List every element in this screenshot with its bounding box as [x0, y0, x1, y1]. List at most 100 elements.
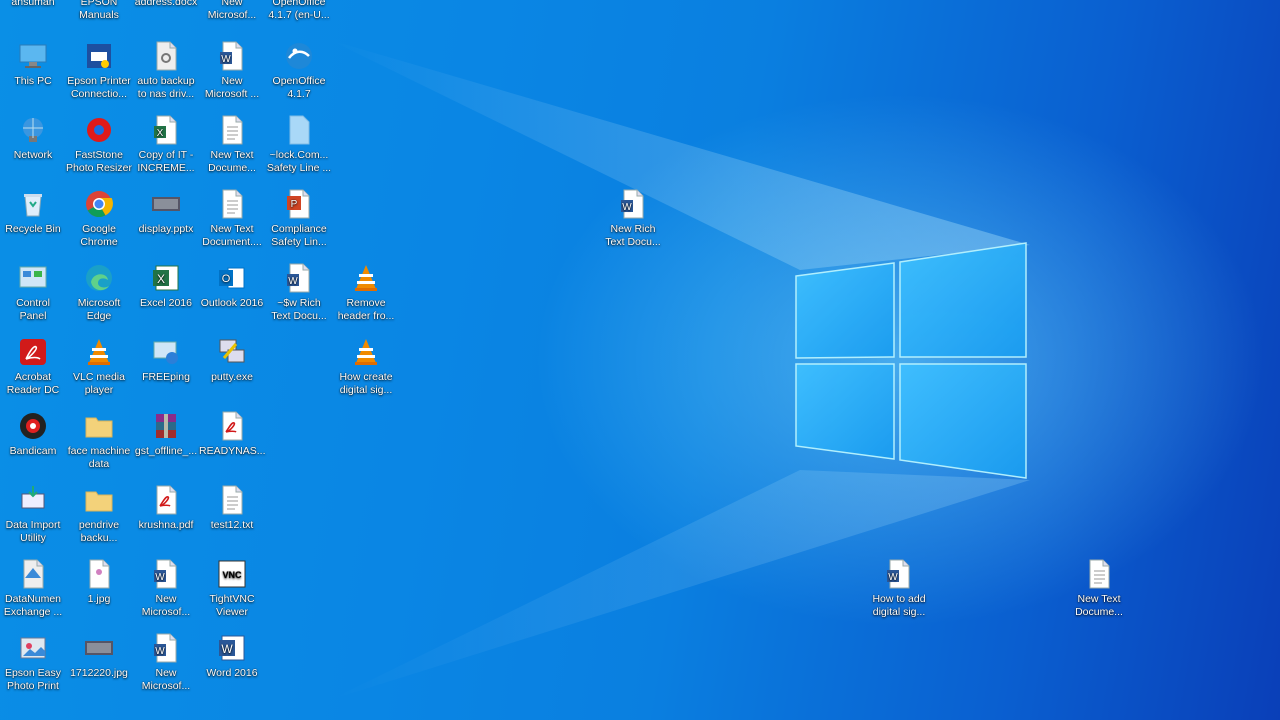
- desktop-icon-label: face machine data: [67, 445, 131, 470]
- epson-photo-icon: [20, 637, 46, 659]
- desktop-icon[interactable]: Acrobat Reader DC: [0, 336, 66, 397]
- desktop-icon[interactable]: OpenOffice 4.1.7 (en-U...: [266, 0, 332, 22]
- desktop-icon[interactable]: ansuman: [0, 0, 66, 9]
- freeping-icon: [153, 341, 178, 364]
- desktop-icon-label: Word 2016: [206, 667, 258, 679]
- desktop-icon[interactable]: W New Rich Text Docu...: [600, 188, 666, 249]
- desktop-icon[interactable]: This PC: [0, 40, 66, 88]
- desktop-icon-label: New Rich Text Docu...: [605, 223, 661, 248]
- image-thumb-icon: [85, 641, 113, 655]
- vlc-icon: [355, 339, 377, 365]
- desktop-icon[interactable]: New Text Docume...: [199, 114, 265, 175]
- desktop-icon[interactable]: address.docx: [133, 0, 199, 9]
- desktop-icon-label: Outlook 2016: [200, 297, 264, 309]
- desktop-icon[interactable]: ~lock.Com... Safety Line ...: [266, 114, 332, 175]
- desktop-icon-label: How to add digital sig...: [872, 593, 926, 618]
- desktop-icon-label: Data Import Utility: [5, 519, 61, 544]
- desktop-icon[interactable]: Remove header fro...: [333, 262, 399, 323]
- desktop-icon-label: krushna.pdf: [138, 519, 194, 531]
- word-doc-icon: W: [220, 41, 243, 71]
- excel-app-icon: X: [153, 265, 179, 291]
- desktop-icon[interactable]: W New Microsoft ...: [199, 40, 265, 101]
- vlc-icon: [355, 265, 377, 291]
- desktop-icon-label: putty.exe: [211, 371, 253, 383]
- desktop-icon[interactable]: Data Import Utility: [0, 484, 66, 545]
- computer-icon: [19, 44, 47, 68]
- desktop-icon[interactable]: krushna.pdf: [133, 484, 199, 532]
- desktop-icon[interactable]: O Outlook 2016: [199, 262, 265, 310]
- word-doc-icon: W: [154, 559, 177, 589]
- desktop-icon-label: FastStone Photo Resizer: [66, 149, 132, 174]
- pdf-icon: [222, 411, 243, 441]
- desktop-icon-label: ~lock.Com... Safety Line ...: [266, 149, 332, 174]
- outlook-icon: O: [219, 267, 245, 289]
- datanumen-icon: [23, 559, 44, 589]
- desktop-icon-label: TightVNC Viewer: [209, 593, 255, 618]
- desktop-icon[interactable]: face machine data: [66, 410, 132, 471]
- desktop-icon[interactable]: Network: [0, 114, 66, 162]
- desktop-icon[interactable]: Epson Easy Photo Print: [0, 632, 66, 693]
- desktop-icon[interactable]: putty.exe: [199, 336, 265, 384]
- desktop-icon[interactable]: pendrive backu...: [66, 484, 132, 545]
- folder-icon: [85, 491, 113, 512]
- epson-printer-icon: [87, 44, 111, 68]
- desktop-icon[interactable]: test12.txt: [199, 484, 265, 532]
- desktop-icon[interactable]: Microsoft Edge: [66, 262, 132, 323]
- desktop-icon[interactable]: VNC TightVNC Viewer: [199, 558, 265, 619]
- bandicam-icon: [20, 413, 46, 439]
- desktop-icon[interactable]: Control Panel: [0, 262, 66, 323]
- desktop-icon[interactable]: W New Microsof...: [133, 558, 199, 619]
- desktop-icon[interactable]: OpenOffice 4.1.7: [266, 40, 332, 101]
- vlc-icon: [88, 339, 110, 365]
- svg-text:W: W: [888, 572, 898, 583]
- settings-file-icon: [156, 41, 177, 71]
- desktop-icon-label: Google Chrome: [80, 223, 118, 248]
- acrobat-icon: [20, 339, 46, 365]
- desktop-icon[interactable]: Bandicam: [0, 410, 66, 458]
- desktop-icon-label: 1712220.jpg: [70, 667, 128, 679]
- desktop-icon[interactable]: How create digital sig...: [333, 336, 399, 397]
- folder-icon: [85, 417, 113, 438]
- desktop-icon[interactable]: Epson Printer Connectio...: [66, 40, 132, 101]
- desktop-icon[interactable]: 1.jpg: [66, 558, 132, 606]
- desktop-icon[interactable]: New Text Document....: [199, 188, 265, 249]
- desktop-icon-label: Excel 2016: [140, 297, 192, 309]
- desktop-icon[interactable]: FastStone Photo Resizer: [66, 114, 132, 175]
- desktop-icon-label: Recycle Bin: [5, 223, 61, 235]
- desktop-icon[interactable]: READYNAS...: [199, 410, 266, 458]
- desktop-icon[interactable]: W How to add digital sig...: [866, 558, 932, 619]
- desktop-icon[interactable]: gst_offline_...: [133, 410, 199, 458]
- desktop-icon-label: DataNumen Exchange ...: [3, 593, 63, 618]
- desktop-icon[interactable]: W New Microsof...: [133, 632, 199, 693]
- desktop-icon[interactable]: FREEping: [133, 336, 199, 384]
- openoffice-icon: [286, 43, 312, 69]
- desktop-icon[interactable]: New Text Docume...: [1066, 558, 1132, 619]
- svg-text:W: W: [221, 642, 233, 656]
- windows-logo: [795, 242, 1027, 479]
- desktop-icon-label: Epson Printer Connectio...: [67, 75, 131, 100]
- desktop-icon[interactable]: DataNumen Exchange ...: [0, 558, 66, 619]
- desktop-icon[interactable]: P Compliance Safety Lin...: [266, 188, 332, 249]
- svg-text:P: P: [291, 199, 298, 210]
- desktop-icon[interactable]: display.pptx: [133, 188, 199, 236]
- desktop-icon-label: Epson Easy Photo Print: [4, 667, 62, 692]
- desktop-icon[interactable]: Google Chrome: [66, 188, 132, 249]
- desktop-icon[interactable]: Recycle Bin: [0, 188, 66, 236]
- desktop-icon[interactable]: New Microsof...: [199, 0, 265, 22]
- svg-text:W: W: [622, 202, 632, 213]
- desktop-icon[interactable]: VLC media player: [66, 336, 132, 397]
- desktop-icon[interactable]: W Word 2016: [199, 632, 265, 680]
- desktop-icon[interactable]: W ~$w Rich Text Docu...: [266, 262, 332, 323]
- svg-text:VNC: VNC: [222, 570, 242, 580]
- desktop-icon-label: New Microsof...: [207, 0, 257, 21]
- desktop-icon[interactable]: auto backup to nas driv...: [133, 40, 199, 101]
- blank-file-icon: [289, 115, 310, 145]
- desktop-icon[interactable]: 1712220.jpg: [66, 632, 132, 680]
- desktop-icon-label: Compliance Safety Lin...: [271, 223, 327, 248]
- desktop-icon-label: OpenOffice 4.1.7: [272, 75, 326, 100]
- edge-icon: [86, 265, 112, 291]
- desktop-icon[interactable]: EPSON Manuals: [66, 0, 132, 22]
- desktop-icon[interactable]: X Excel 2016: [133, 262, 199, 310]
- desktop-icon[interactable]: X Copy of IT - INCREME...: [133, 114, 199, 175]
- chrome-icon: [86, 191, 113, 218]
